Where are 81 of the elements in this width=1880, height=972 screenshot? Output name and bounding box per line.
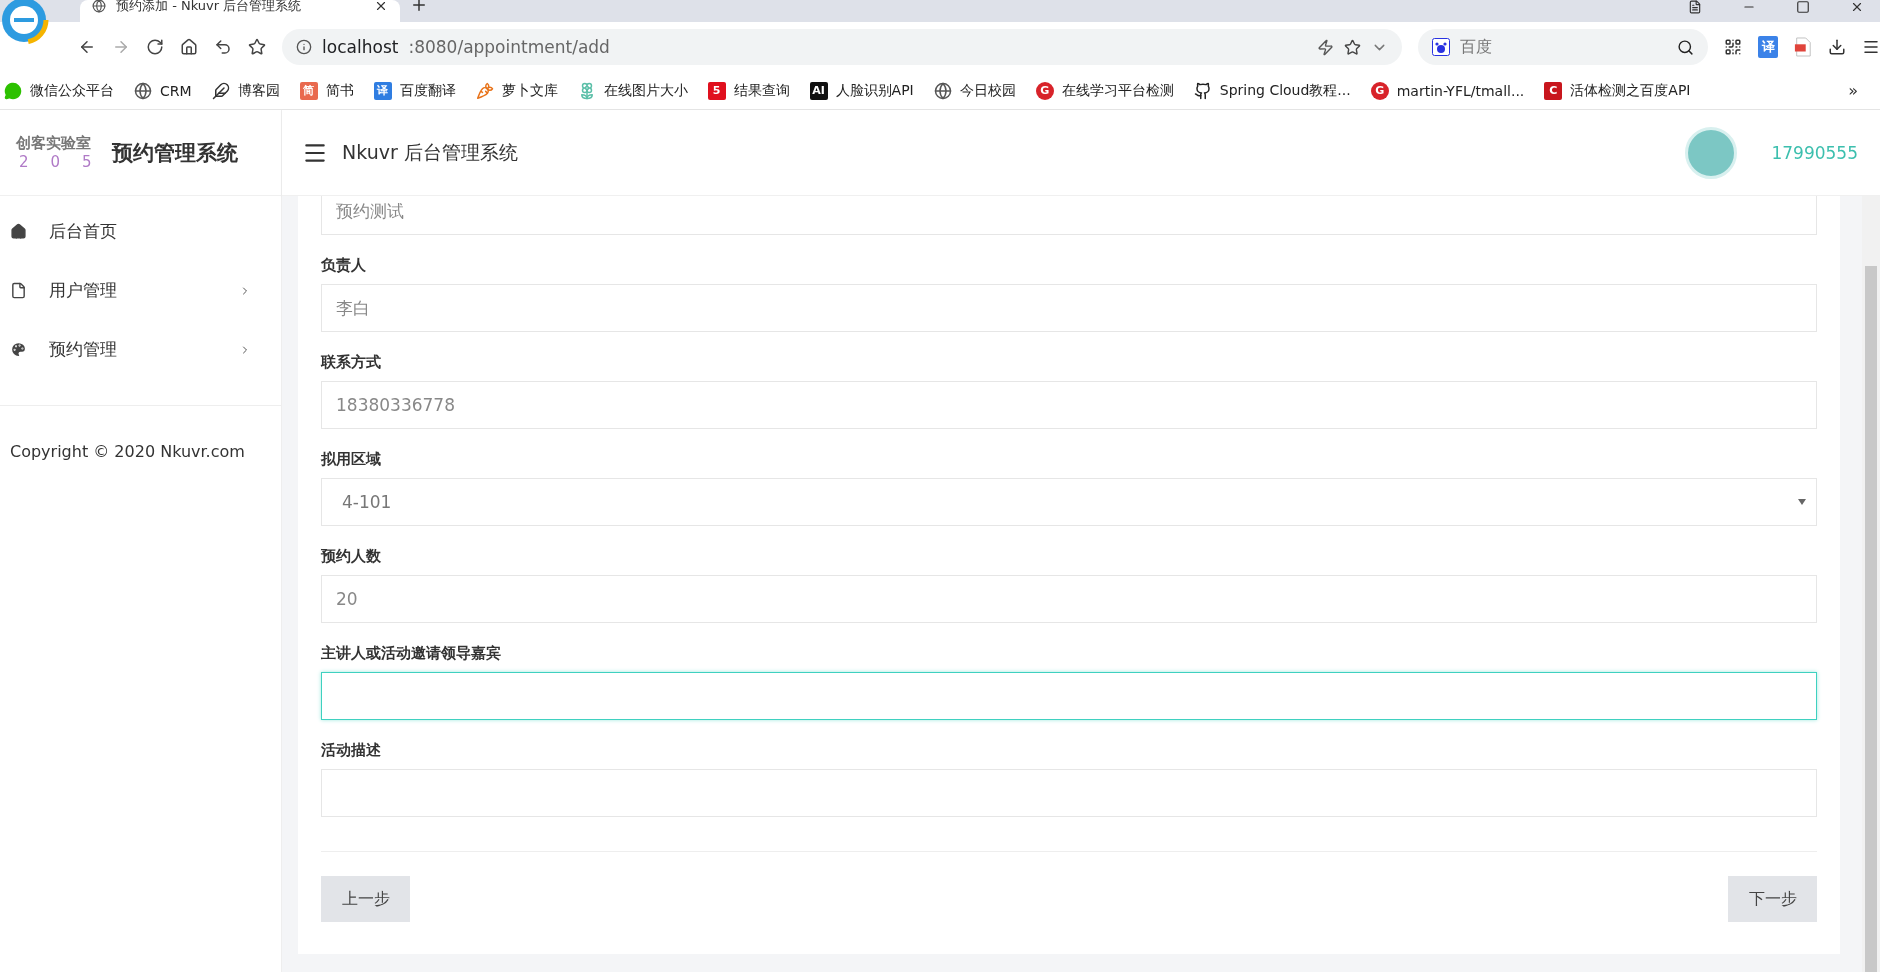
sidebar-item[interactable]: 预约管理 [0,320,281,379]
search-icon[interactable] [1677,38,1695,56]
github-icon [1193,81,1212,100]
close-icon[interactable] [1850,0,1864,14]
logo-digit: 0 [50,153,61,171]
field-label: 预约人数 [321,547,382,566]
address-host: localhost [322,37,399,57]
download-icon[interactable] [1827,37,1846,57]
address-path: :8080/appointment/add [408,37,611,57]
badge-icon: C [1544,81,1563,100]
input-field[interactable]: 20 [321,575,1817,623]
sidebar-item[interactable]: 用户管理 [0,261,281,320]
select-field[interactable]: 4-101 [321,478,1817,526]
info-icon[interactable] [296,39,313,55]
next-button[interactable]: 下一步 [1728,876,1817,922]
input-field[interactable] [321,672,1817,720]
globe-icon [933,81,952,100]
badge-icon: G [1370,81,1389,100]
logo-digit: 2 [19,153,29,171]
input-field[interactable]: 预约测试 [321,196,1817,235]
bookmark-item[interactable]: G martin-YFL/tmall... [1370,81,1525,100]
paw-icon [1432,38,1451,56]
maximize-icon[interactable] [1796,0,1810,14]
page-icon[interactable] [1688,0,1702,14]
bookmark-item[interactable]: 萝卜文库 [475,81,558,100]
qr-code-icon[interactable] [1724,37,1743,57]
globe-icon [134,81,152,100]
previous-button[interactable]: 上一步 [321,876,410,922]
file-icon [10,282,27,299]
field-label: 活动描述 [321,741,382,760]
field-label: 拟用区域 [321,450,382,469]
document-icon[interactable] [1793,36,1812,58]
bookmark-item[interactable]: G 在线学习平台检测 [1035,81,1174,100]
bookmark-item[interactable]: 今日校园 [933,81,1016,100]
scrollbar[interactable] [1862,196,1880,972]
sidebar-item[interactable]: 后台首页 [0,202,281,261]
chat-bubble-icon [4,81,22,100]
search-bar[interactable]: 百度 [1418,29,1709,65]
brand-title: 预约管理系统 [111,139,238,167]
badge-icon: 5 [707,81,726,100]
caret-icon [1798,499,1806,505]
bookmark-item[interactable]: C 活体检测之百度API [1544,81,1691,100]
search-field[interactable]: 百度 [1458,37,1670,57]
bookmark-item[interactable]: 微信公众平台 [4,81,114,100]
copyright-text: Copyright © 2020 Nkuvr.com [9,441,246,463]
logo-title: 创客实验室 [16,134,91,153]
bookmark-item[interactable]: 博客园 [211,81,280,100]
undo-icon[interactable] [214,37,233,57]
lightning-icon[interactable] [1317,38,1335,56]
star-icon[interactable] [1344,38,1362,56]
translate-icon[interactable]: 译 [1758,36,1778,58]
badge-icon: G [1035,81,1054,100]
badge-icon: 译 [373,81,392,100]
star-icon[interactable] [248,37,267,57]
close-icon[interactable] [374,0,388,13]
reload-icon[interactable] [146,37,165,57]
home-icon[interactable] [180,37,199,57]
address-bar[interactable]: localhost :8080/appointment/add [282,29,1403,65]
bookmark-item[interactable]: 在线图片大小 [577,81,688,100]
input-field[interactable]: 李白 [321,284,1817,332]
more-bookmarks[interactable]: » [1848,81,1858,100]
bookmark-item[interactable]: 译 百度翻译 [373,81,456,100]
new-tab-icon[interactable] [410,0,428,14]
carrot-icon [475,81,494,100]
bookmark-item[interactable]: Spring Cloud教程... [1193,81,1351,100]
header-title: Nkuvr 后台管理系统 [342,139,519,165]
bookmark-item[interactable]: 5 结果查询 [707,81,790,100]
badge-icon: AI [809,81,828,100]
field-label: 主讲人或活动邀请领导嘉宾 [321,644,502,663]
input-field[interactable]: 18380336778 [321,381,1817,429]
field-label: 负责人 [321,256,367,275]
feather-icon [211,81,230,100]
globe-icon [92,0,106,13]
field-label: 联系方式 [321,353,382,372]
logo-digit: 5 [82,153,92,171]
badge-icon: 简 [299,81,318,100]
palette-icon [10,341,27,358]
home-icon [10,223,27,240]
bookmark-item[interactable]: CRM [134,81,192,100]
bookmark-item[interactable]: AI 人脸识别API [809,81,914,100]
bookmark-item[interactable]: 简 简书 [299,81,354,100]
